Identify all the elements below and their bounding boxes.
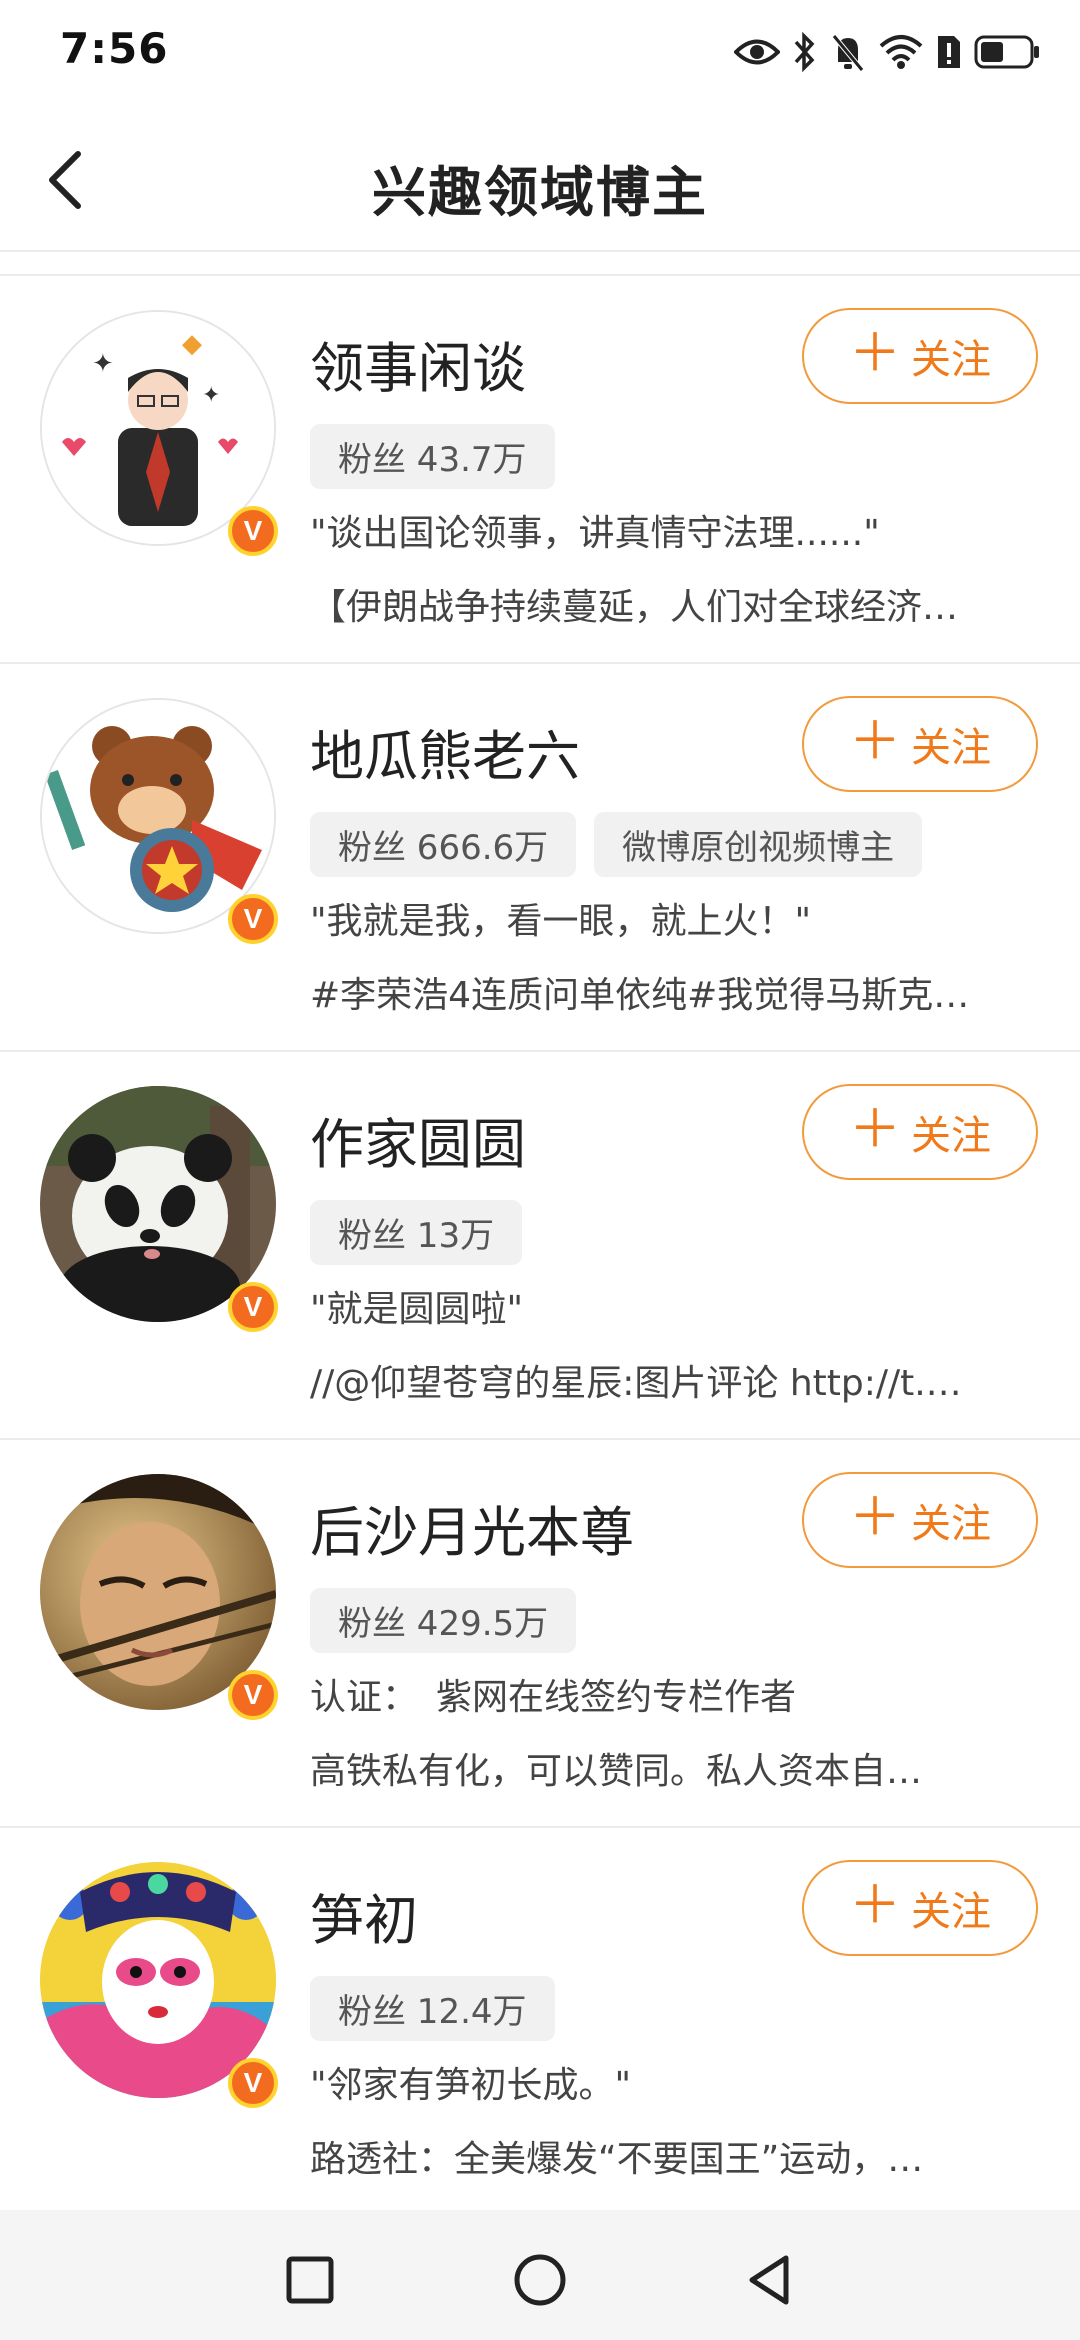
system-nav-bar <box>0 2210 1080 2340</box>
blogger-item[interactable]: V 作家圆圆 粉丝 13万 "就是圆圆啦" //@仰望苍穹的星辰:图片评论 ht… <box>0 1050 1080 1438</box>
page-title: 兴趣领域博主 <box>372 161 708 224</box>
latest-post[interactable]: 【伊朗战争持续蔓延，人们对全球经济… <box>310 578 1040 630</box>
plus-icon: ＋ <box>848 1876 901 1936</box>
verified-badge-icon: V <box>228 2058 278 2108</box>
bluetooth-icon <box>792 32 818 72</box>
tag-list: 粉丝 12.4万 <box>310 1976 555 2041</box>
latest-post[interactable]: //@仰望苍穹的星辰:图片评论 http://t.… <box>310 1354 1040 1406</box>
verified-badge-icon: V <box>228 1670 278 1720</box>
latest-post[interactable]: 路透社：全美爆发“不要国王”运动，… <box>310 2130 1040 2182</box>
blogger-name[interactable]: 地瓜熊老六 <box>310 712 580 791</box>
tag-list: 粉丝 13万 <box>310 1200 523 1265</box>
category-tag: 微博原创视频博主 <box>594 812 923 877</box>
follow-button[interactable]: ＋ 关注 <box>802 1084 1038 1180</box>
blogger-item[interactable]: V 后沙月光本尊 粉丝 429.5万 认证： 紫网在线签约专栏作者 高铁私有化，… <box>0 1438 1080 1826</box>
follow-label: 关注 <box>911 337 991 383</box>
blogger-list: ✦ ✦ ◆ V 领事闲谈 粉丝 43.7万 "谈出国论领事，讲真情守法理....… <box>0 274 1080 2214</box>
blogger-item[interactable]: V 地瓜熊老六 粉丝 666.6万 微博原创视频博主 "我就是我，看一眼，就上火… <box>0 662 1080 1050</box>
plus-icon: ＋ <box>848 1100 901 1160</box>
plus-icon: ＋ <box>848 712 901 772</box>
square-icon <box>286 2256 334 2304</box>
verified-badge-icon: V <box>228 1282 278 1332</box>
latest-post[interactable]: #李荣浩4连质问单依纯#我觉得马斯克… <box>310 966 1040 1018</box>
wifi-icon <box>878 34 924 70</box>
latest-post[interactable]: 高铁私有化，可以赞同。私人资本自… <box>310 1742 1040 1794</box>
blogger-name[interactable]: 领事闲谈 <box>310 324 526 403</box>
svg-text:✦: ✦ <box>92 349 114 379</box>
verified-badge-icon: V <box>228 506 278 556</box>
follow-button[interactable]: ＋ 关注 <box>802 1860 1038 1956</box>
avatar[interactable]: V <box>40 1086 278 1332</box>
fans-count-tag: 粉丝 43.7万 <box>310 424 555 489</box>
mute-bell-icon <box>830 32 866 72</box>
plus-icon: ＋ <box>848 1488 901 1548</box>
avatar[interactable]: V <box>40 698 278 944</box>
fans-count-tag: 粉丝 429.5万 <box>310 1588 577 1653</box>
sim-alert-icon <box>936 34 962 70</box>
blogger-name[interactable]: 笋初 <box>310 1876 418 1955</box>
status-time: 7:56 <box>60 24 169 73</box>
circle-icon <box>514 2254 566 2306</box>
follow-button[interactable]: ＋ 关注 <box>802 308 1038 404</box>
status-bar: 7:56 <box>0 0 1080 110</box>
follow-label: 关注 <box>911 725 991 771</box>
fans-count-tag: 粉丝 12.4万 <box>310 1976 555 2041</box>
verified-badge-icon: V <box>228 894 278 944</box>
svg-text:✦: ✦ <box>202 383 220 408</box>
blogger-certification: 认证： 紫网在线签约专栏作者 <box>310 1677 797 1718</box>
battery-icon <box>974 35 1040 69</box>
follow-label: 关注 <box>911 1501 991 1547</box>
svg-text:◆: ◆ <box>182 329 202 359</box>
blogger-item[interactable]: ✦ ✦ ◆ V 领事闲谈 粉丝 43.7万 "谈出国论领事，讲真情守法理....… <box>0 274 1080 662</box>
blogger-name[interactable]: 后沙月光本尊 <box>310 1488 634 1567</box>
blogger-name[interactable]: 作家圆圆 <box>310 1100 526 1179</box>
follow-label: 关注 <box>911 1889 991 1935</box>
home-button[interactable] <box>510 2250 570 2310</box>
fans-count-tag: 粉丝 666.6万 <box>310 812 577 877</box>
triangle-back-icon <box>749 2255 789 2305</box>
system-back-button[interactable] <box>740 2250 800 2310</box>
blogger-bio: "谈出国论领事，讲真情守法理......" <box>310 513 880 554</box>
status-icons <box>734 28 1040 76</box>
blogger-bio: "我就是我，看一眼，就上火！" <box>310 901 812 942</box>
follow-button[interactable]: ＋ 关注 <box>802 696 1038 792</box>
plus-icon: ＋ <box>848 324 901 384</box>
avatar[interactable]: V <box>40 1474 278 1720</box>
blogger-bio: "就是圆圆啦" <box>310 1289 524 1330</box>
avatar[interactable]: ✦ ✦ ◆ V <box>40 310 278 556</box>
blogger-item[interactable]: V 笋初 粉丝 12.4万 "邻家有笋初长成。" 路透社：全美爆发“不要国王”运… <box>0 1826 1080 2214</box>
eye-icon <box>734 37 780 67</box>
recents-button[interactable] <box>280 2250 340 2310</box>
header: 兴趣领域博主 <box>0 110 1080 252</box>
follow-button[interactable]: ＋ 关注 <box>802 1472 1038 1568</box>
blogger-bio: "邻家有笋初长成。" <box>310 2065 632 2106</box>
tag-list: 粉丝 429.5万 <box>310 1588 577 1653</box>
avatar[interactable]: V <box>40 1862 278 2108</box>
tag-list: 粉丝 666.6万 微博原创视频博主 <box>310 812 923 877</box>
follow-label: 关注 <box>911 1113 991 1159</box>
tag-list: 粉丝 43.7万 <box>310 424 555 489</box>
fans-count-tag: 粉丝 13万 <box>310 1200 523 1265</box>
